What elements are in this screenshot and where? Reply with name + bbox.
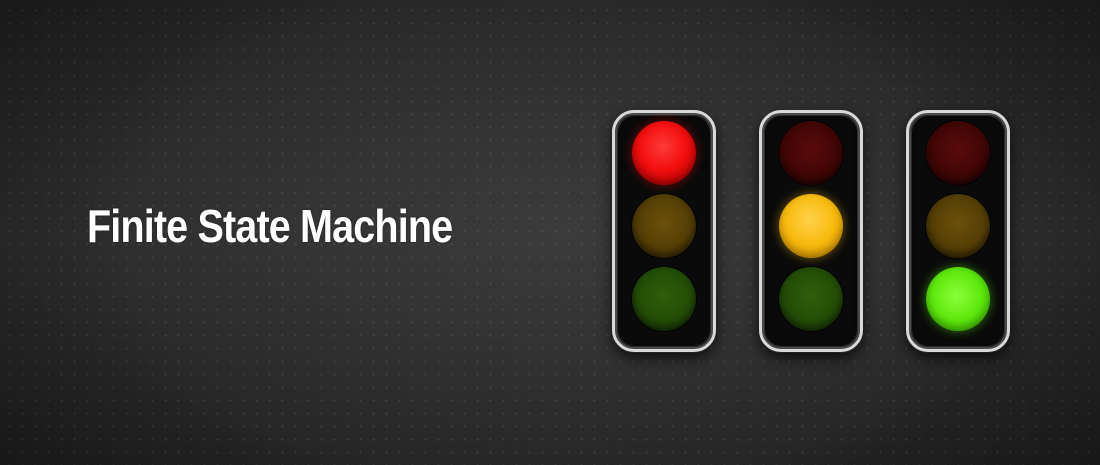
green-lamp-icon	[779, 267, 843, 331]
traffic-light-red-state	[612, 110, 716, 352]
traffic-light-amber-state	[759, 110, 863, 352]
amber-lamp-icon	[779, 194, 843, 258]
amber-lamp-icon	[926, 194, 990, 258]
traffic-light-green-state	[906, 110, 1010, 352]
banner-title: Finite State Machine	[87, 200, 453, 252]
green-lamp-icon	[926, 267, 990, 331]
red-lamp-icon	[632, 121, 696, 185]
amber-lamp-icon	[632, 194, 696, 258]
banner: Finite State Machine	[0, 0, 1100, 465]
red-lamp-icon	[779, 121, 843, 185]
green-lamp-icon	[632, 267, 696, 331]
red-lamp-icon	[926, 121, 990, 185]
